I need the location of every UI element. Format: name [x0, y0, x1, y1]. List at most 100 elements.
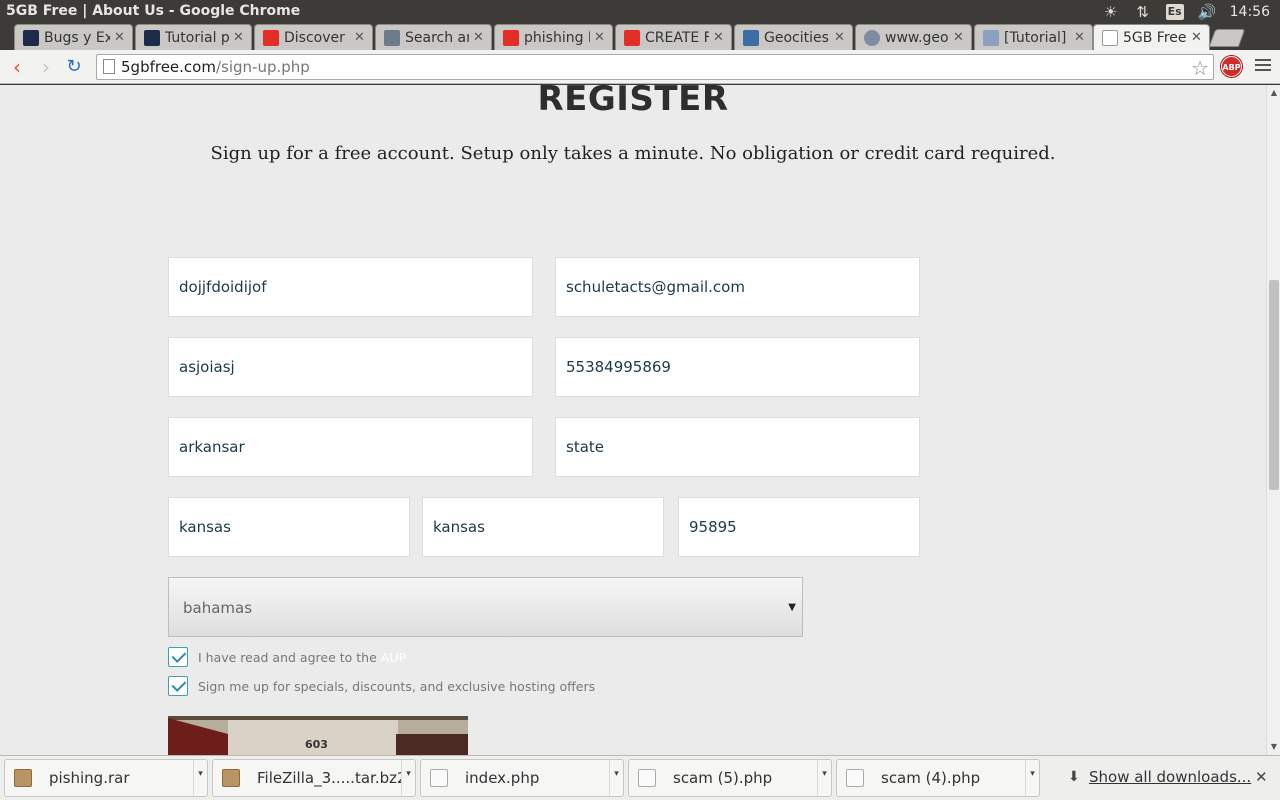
- new-tab-button[interactable]: [1208, 29, 1246, 47]
- tab-label: Geocities: [764, 29, 829, 46]
- tab-label: 5GB Free: [1123, 29, 1187, 46]
- tab-label: CREATE F: [645, 29, 709, 46]
- download-filename: scam (4).php: [881, 769, 981, 787]
- reload-button[interactable]: ↻: [63, 56, 85, 78]
- download-item[interactable]: pishing.rar ▾: [4, 759, 208, 797]
- tab-strip: Bugs y Ex ✕ Tutorial p ✕ Discover I ✕ Se…: [0, 24, 1280, 50]
- page-icon: [103, 59, 115, 74]
- download-item[interactable]: scam (5).php ▾: [628, 759, 832, 797]
- bookmark-star-icon[interactable]: ☆: [1191, 56, 1209, 80]
- country-select[interactable]: bahamas ▼: [168, 577, 803, 637]
- adblock-icon[interactable]: ABP: [1221, 56, 1242, 77]
- captcha-image: 603: [168, 716, 468, 755]
- offers-check-row: Sign me up for specials, discounts, and …: [168, 676, 595, 696]
- tab-close-icon[interactable]: ✕: [354, 30, 366, 45]
- tab-close-icon[interactable]: ✕: [233, 30, 245, 45]
- phone-field[interactable]: 55384995869: [555, 337, 920, 397]
- name-field[interactable]: asjoiasj: [168, 337, 533, 397]
- download-filename: scam (5).php: [673, 769, 773, 787]
- tab-favicon-icon: [743, 29, 759, 46]
- file-icon: [430, 769, 448, 787]
- state-field[interactable]: state: [555, 417, 920, 477]
- aup-checkbox[interactable]: [168, 647, 188, 667]
- tab-label: Search an: [405, 29, 469, 46]
- tab-close-icon[interactable]: ✕: [953, 30, 965, 45]
- scroll-up-arrow-icon[interactable]: ▲: [1267, 87, 1280, 99]
- page-favicon-icon: [1102, 29, 1118, 46]
- download-filename: FileZilla_3.....tar.bz2: [257, 769, 401, 787]
- chevron-down-icon[interactable]: ▾: [817, 759, 831, 797]
- email-field[interactable]: schuletacts@gmail.com: [555, 257, 920, 317]
- tab-close-icon[interactable]: ✕: [594, 30, 606, 45]
- youtube-favicon-icon: [503, 29, 519, 46]
- clock[interactable]: 14:56: [1230, 4, 1270, 20]
- page-scrollbar[interactable]: ▲ ▼: [1266, 85, 1280, 755]
- download-item[interactable]: FileZilla_3.....tar.bz2 ▾: [212, 759, 416, 797]
- tab-favicon-icon: [23, 29, 39, 46]
- region-field[interactable]: kansas: [422, 497, 664, 557]
- tab[interactable]: phishing I ✕: [494, 24, 613, 50]
- tab-label: Tutorial p: [165, 29, 229, 46]
- tab[interactable]: [Tutorial] ✕: [974, 24, 1093, 50]
- offers-checkbox[interactable]: [168, 676, 188, 696]
- tab-close-icon[interactable]: ✕: [1074, 30, 1086, 45]
- youtube-favicon-icon: [624, 29, 640, 46]
- download-arrow-icon: ⬇: [1068, 769, 1080, 785]
- forward-button[interactable]: ›: [35, 56, 57, 78]
- city-field[interactable]: kansas: [168, 497, 410, 557]
- volume-icon[interactable]: 🔊: [1198, 3, 1217, 21]
- tab[interactable]: CREATE F ✕: [615, 24, 732, 50]
- browser-toolbar: ‹ › ↻ 5gbfree.com/sign-up.php ☆ ABP: [0, 50, 1280, 84]
- keyboard-language-indicator[interactable]: Es: [1165, 4, 1184, 20]
- show-all-downloads-link[interactable]: Show all downloads...: [1089, 768, 1251, 786]
- tab-label: phishing I: [524, 29, 590, 46]
- os-top-bar: 5GB Free | About Us - Google Chrome ☀ ⇅ …: [0, 0, 1280, 24]
- downloads-bar: pishing.rar ▾ FileZilla_3.....tar.bz2 ▾ …: [0, 755, 1280, 800]
- tab[interactable]: www.geo ✕: [855, 24, 972, 50]
- tab[interactable]: Tutorial p ✕: [135, 24, 252, 50]
- chevron-down-icon[interactable]: ▾: [193, 759, 207, 797]
- download-item[interactable]: scam (4).php ▾: [836, 759, 1040, 797]
- tab-favicon-icon: [983, 29, 999, 46]
- brightness-icon[interactable]: ☀: [1102, 3, 1120, 21]
- dropdown-arrow-icon: ▼: [788, 602, 796, 613]
- page-subtitle: Sign up for a free account. Setup only t…: [210, 143, 1056, 164]
- tab-close-icon[interactable]: ✕: [1191, 30, 1203, 45]
- chevron-down-icon[interactable]: ▾: [1025, 759, 1039, 797]
- tab-label: www.geo: [885, 29, 949, 46]
- tab[interactable]: Geocities ✕: [734, 24, 853, 50]
- zip-field[interactable]: 95895: [678, 497, 920, 557]
- window-title: 5GB Free | About Us - Google Chrome: [6, 3, 301, 19]
- globe-favicon-icon: [864, 29, 880, 46]
- address-bar[interactable]: 5gbfree.com/sign-up.php ☆: [96, 54, 1214, 80]
- chrome-menu-icon[interactable]: [1255, 59, 1271, 73]
- tab[interactable]: Search an ✕: [375, 24, 492, 50]
- aup-label: I have read and agree to the: [198, 649, 377, 665]
- chevron-down-icon[interactable]: ▾: [609, 759, 623, 797]
- tab-close-icon[interactable]: ✕: [713, 30, 725, 45]
- download-item[interactable]: index.php ▾: [420, 759, 624, 797]
- back-button[interactable]: ‹: [6, 56, 28, 78]
- tab-favicon-icon: [384, 29, 400, 46]
- page-title: REGISTER: [537, 85, 729, 119]
- tab[interactable]: Bugs y Ex ✕: [14, 24, 133, 50]
- file-icon: [846, 769, 864, 787]
- scroll-down-arrow-icon[interactable]: ▼: [1267, 741, 1280, 753]
- url-text[interactable]: 5gbfree.com/sign-up.php: [121, 58, 310, 76]
- network-icon[interactable]: ⇅: [1134, 3, 1152, 21]
- url-domain: 5gbfree.com: [121, 58, 216, 76]
- archive-icon: [222, 769, 240, 787]
- tab-active[interactable]: 5GB Free ✕: [1093, 24, 1210, 50]
- aup-link[interactable]: AUP: [381, 650, 406, 665]
- address-field[interactable]: arkansar: [168, 417, 533, 477]
- tab-favicon-icon: [144, 29, 160, 46]
- tab-close-icon[interactable]: ✕: [473, 30, 485, 45]
- tab-close-icon[interactable]: ✕: [114, 30, 126, 45]
- chevron-down-icon[interactable]: ▾: [401, 759, 415, 797]
- close-icon[interactable]: ✕: [1255, 768, 1268, 786]
- aup-check-row: I have read and agree to the AUP: [168, 647, 406, 667]
- username-field[interactable]: dojjfdoidijof: [168, 257, 533, 317]
- tab[interactable]: Discover I ✕: [254, 24, 373, 50]
- scrollbar-thumb[interactable]: [1269, 280, 1279, 490]
- tab-close-icon[interactable]: ✕: [834, 30, 846, 45]
